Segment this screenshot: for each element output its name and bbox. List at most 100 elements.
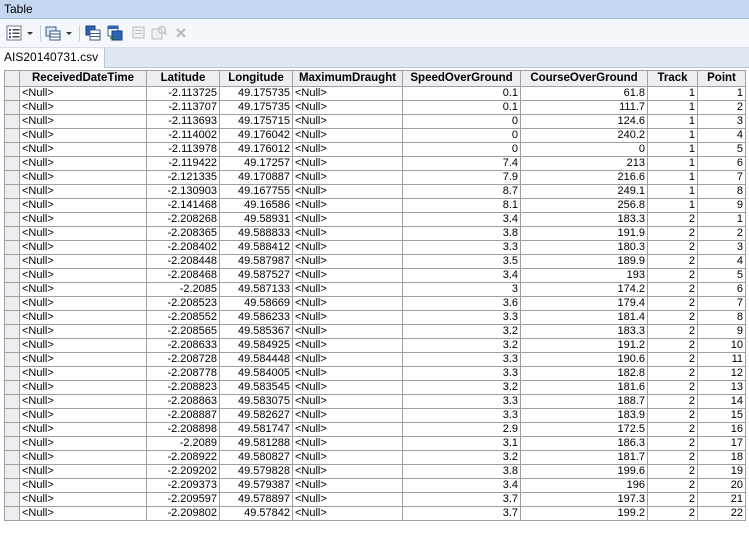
cell-longitude[interactable]: 49.582627 [219, 408, 293, 423]
cell-track[interactable]: 1 [647, 170, 698, 185]
cell-maximumdraught[interactable]: <Null> [292, 198, 403, 213]
table-row[interactable]: <Null> -2.208728 49.584448 <Null> 3.3 190.6 2 1… [4, 352, 746, 367]
cell-point[interactable]: 13 [697, 380, 746, 395]
cell-speedoverground[interactable]: 3.8 [402, 226, 521, 241]
table-row[interactable]: <Null> -2.208863 49.583075 <Null> 3.3 188.7 2 1… [4, 394, 746, 409]
cell-receiveddatetime[interactable]: <Null> [19, 464, 147, 479]
cell-receiveddatetime[interactable]: <Null> [19, 338, 147, 353]
cell-latitude[interactable]: -2.2089 [146, 436, 220, 451]
cell-track[interactable]: 2 [647, 492, 698, 507]
cell-track[interactable]: 2 [647, 282, 698, 297]
cell-longitude[interactable]: 49.175715 [219, 114, 293, 129]
cell-speedoverground[interactable]: 3.3 [402, 408, 521, 423]
cell-maximumdraught[interactable]: <Null> [292, 436, 403, 451]
cell-longitude[interactable]: 49.170887 [219, 170, 293, 185]
cell-longitude[interactable]: 49.578897 [219, 492, 293, 507]
cell-track[interactable]: 2 [647, 366, 698, 381]
cell-maximumdraught[interactable]: <Null> [292, 464, 403, 479]
cell-latitude[interactable]: -2.209202 [146, 464, 220, 479]
cell-track[interactable]: 2 [647, 394, 698, 409]
cell-speedoverground[interactable]: 3.6 [402, 296, 521, 311]
cell-point[interactable]: 9 [697, 198, 746, 213]
cell-longitude[interactable]: 49.176012 [219, 142, 293, 157]
cell-latitude[interactable]: -2.114002 [146, 128, 220, 143]
cell-courseoverground[interactable]: 256.8 [520, 198, 648, 213]
table-row[interactable]: <Null> -2.208552 49.586233 <Null> 3.3 181.4 2 8 [4, 310, 746, 325]
cell-maximumdraught[interactable]: <Null> [292, 506, 403, 521]
cell-maximumdraught[interactable]: <Null> [292, 394, 403, 409]
column-header-track[interactable]: Track [647, 70, 698, 87]
select-by-attributes-button[interactable] [84, 24, 102, 42]
cell-maximumdraught[interactable]: <Null> [292, 114, 403, 129]
cell-track[interactable]: 1 [647, 114, 698, 129]
cell-maximumdraught[interactable]: <Null> [292, 100, 403, 115]
cell-receiveddatetime[interactable]: <Null> [19, 324, 147, 339]
cell-maximumdraught[interactable]: <Null> [292, 212, 403, 227]
cell-receiveddatetime[interactable]: <Null> [19, 282, 147, 297]
cell-receiveddatetime[interactable]: <Null> [19, 422, 147, 437]
cell-maximumdraught[interactable]: <Null> [292, 282, 403, 297]
cell-maximumdraught[interactable]: <Null> [292, 422, 403, 437]
cell-track[interactable]: 2 [647, 450, 698, 465]
cell-courseoverground[interactable]: 180.3 [520, 240, 648, 255]
cell-longitude[interactable]: 49.587527 [219, 268, 293, 283]
cell-maximumdraught[interactable]: <Null> [292, 352, 403, 367]
cell-point[interactable]: 4 [697, 128, 746, 143]
row-selector[interactable] [4, 338, 20, 353]
cell-latitude[interactable]: -2.113707 [146, 100, 220, 115]
table-row[interactable]: <Null> -2.208887 49.582627 <Null> 3.3 183.9 2 1… [4, 408, 746, 423]
row-selector[interactable] [4, 142, 20, 157]
cell-track[interactable]: 2 [647, 422, 698, 437]
cell-track[interactable]: 2 [647, 478, 698, 493]
cell-maximumdraught[interactable]: <Null> [292, 240, 403, 255]
cell-courseoverground[interactable]: 191.9 [520, 226, 648, 241]
cell-speedoverground[interactable]: 3.8 [402, 464, 521, 479]
cell-point[interactable]: 11 [697, 352, 746, 367]
cell-speedoverground[interactable]: 3.3 [402, 366, 521, 381]
cell-point[interactable]: 12 [697, 366, 746, 381]
cell-track[interactable]: 2 [647, 380, 698, 395]
row-selector[interactable] [4, 464, 20, 479]
select-all-corner[interactable] [4, 70, 20, 87]
cell-maximumdraught[interactable]: <Null> [292, 408, 403, 423]
cell-receiveddatetime[interactable]: <Null> [19, 408, 147, 423]
cell-latitude[interactable]: -2.208552 [146, 310, 220, 325]
cell-speedoverground[interactable]: 8.1 [402, 198, 521, 213]
cell-track[interactable]: 1 [647, 142, 698, 157]
cell-speedoverground[interactable]: 0.1 [402, 100, 521, 115]
cell-latitude[interactable]: -2.113725 [146, 86, 220, 101]
cell-courseoverground[interactable]: 199.2 [520, 506, 648, 521]
cell-latitude[interactable]: -2.113978 [146, 142, 220, 157]
row-selector[interactable] [4, 366, 20, 381]
cell-speedoverground[interactable]: 3.4 [402, 212, 521, 227]
cell-track[interactable]: 2 [647, 352, 698, 367]
cell-maximumdraught[interactable]: <Null> [292, 156, 403, 171]
cell-receiveddatetime[interactable]: <Null> [19, 156, 147, 171]
cell-speedoverground[interactable]: 0 [402, 114, 521, 129]
column-header-latitude[interactable]: Latitude [146, 70, 220, 87]
table-row[interactable]: <Null> -2.208633 49.584925 <Null> 3.2 191.2 2 1… [4, 338, 746, 353]
cell-longitude[interactable]: 49.175735 [219, 100, 293, 115]
cell-courseoverground[interactable]: 124.6 [520, 114, 648, 129]
cell-point[interactable]: 6 [697, 282, 746, 297]
cell-maximumdraught[interactable]: <Null> [292, 268, 403, 283]
cell-longitude[interactable]: 49.579387 [219, 478, 293, 493]
cell-latitude[interactable]: -2.208887 [146, 408, 220, 423]
cell-receiveddatetime[interactable]: <Null> [19, 128, 147, 143]
cell-speedoverground[interactable]: 8.7 [402, 184, 521, 199]
cell-maximumdraught[interactable]: <Null> [292, 170, 403, 185]
cell-longitude[interactable]: 49.57842 [219, 506, 293, 521]
cell-receiveddatetime[interactable]: <Null> [19, 226, 147, 241]
row-selector[interactable] [4, 408, 20, 423]
cell-longitude[interactable]: 49.583545 [219, 380, 293, 395]
cell-receiveddatetime[interactable]: <Null> [19, 254, 147, 269]
cell-courseoverground[interactable]: 181.4 [520, 310, 648, 325]
table-row[interactable]: <Null> -2.208565 49.585367 <Null> 3.2 183.3 2 9 [4, 324, 746, 339]
cell-receiveddatetime[interactable]: <Null> [19, 240, 147, 255]
table-row[interactable]: <Null> -2.208268 49.58931 <Null> 3.4 183.3 2 1 [4, 212, 746, 227]
cell-point[interactable]: 8 [697, 310, 746, 325]
cell-point[interactable]: 17 [697, 436, 746, 451]
cell-track[interactable]: 1 [647, 86, 698, 101]
cell-receiveddatetime[interactable]: <Null> [19, 394, 147, 409]
cell-maximumdraught[interactable]: <Null> [292, 324, 403, 339]
